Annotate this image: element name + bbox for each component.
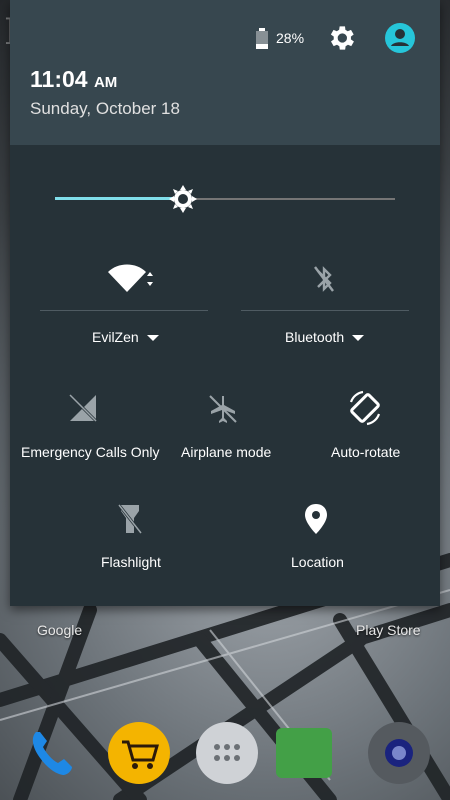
- phone-app-icon[interactable]: [22, 722, 84, 784]
- wifi-network-dropdown[interactable]: EvilZen: [92, 329, 159, 345]
- messaging-app-icon[interactable]: [276, 728, 332, 778]
- rotate-icon[interactable]: [346, 389, 384, 427]
- settings-gear-icon[interactable]: [325, 22, 357, 54]
- shopping-app-icon[interactable]: [108, 722, 170, 784]
- flashlight-icon[interactable]: [117, 503, 143, 535]
- wifi-icon[interactable]: [106, 264, 154, 294]
- wifi-network-name: EvilZen: [92, 329, 139, 345]
- location-label: Location: [291, 554, 344, 570]
- camera-app-icon[interactable]: [368, 722, 430, 784]
- bluetooth-divider: [241, 310, 409, 311]
- clock-time: 11:04: [30, 66, 88, 92]
- dock: [0, 706, 450, 800]
- bluetooth-label: Bluetooth: [285, 329, 345, 345]
- clock[interactable]: 11:04 AM: [30, 66, 117, 93]
- battery-icon: [256, 28, 268, 49]
- brightness-sun-icon[interactable]: [168, 184, 198, 214]
- location-pin-icon[interactable]: [304, 503, 328, 535]
- bluetooth-dropdown-caret-icon[interactable]: [352, 335, 365, 342]
- airplane-icon[interactable]: [207, 393, 239, 425]
- no-signal-icon[interactable]: [68, 393, 98, 423]
- user-account-icon[interactable]: [383, 21, 417, 55]
- bluetooth-disabled-icon[interactable]: [312, 263, 336, 295]
- clock-ampm: AM: [93, 74, 118, 91]
- google-folder-label[interactable]: Google: [37, 622, 82, 638]
- app-drawer-icon[interactable]: [196, 722, 258, 784]
- play-store-label[interactable]: Play Store: [356, 622, 421, 638]
- brightness-slider[interactable]: [55, 180, 395, 220]
- auto-rotate-label: Auto-rotate: [331, 444, 401, 460]
- quick-settings-panel: 28% 11:04 AM Sunday, October 18 EvilZen …: [10, 0, 440, 606]
- bluetooth-dropdown[interactable]: Bluetooth: [285, 329, 365, 345]
- brightness-track-fill: [55, 197, 183, 200]
- wifi-divider: [40, 310, 208, 311]
- status-header: 28% 11:04 AM Sunday, October 18: [10, 0, 440, 145]
- date-label[interactable]: Sunday, October 18: [30, 99, 180, 119]
- airplane-label: Airplane mode: [181, 444, 272, 460]
- cellular-label: Emergency Calls Only: [21, 444, 160, 460]
- wifi-dropdown-caret-icon[interactable]: [146, 335, 159, 342]
- battery-percentage: 28%: [276, 30, 305, 46]
- flashlight-label: Flashlight: [101, 554, 161, 570]
